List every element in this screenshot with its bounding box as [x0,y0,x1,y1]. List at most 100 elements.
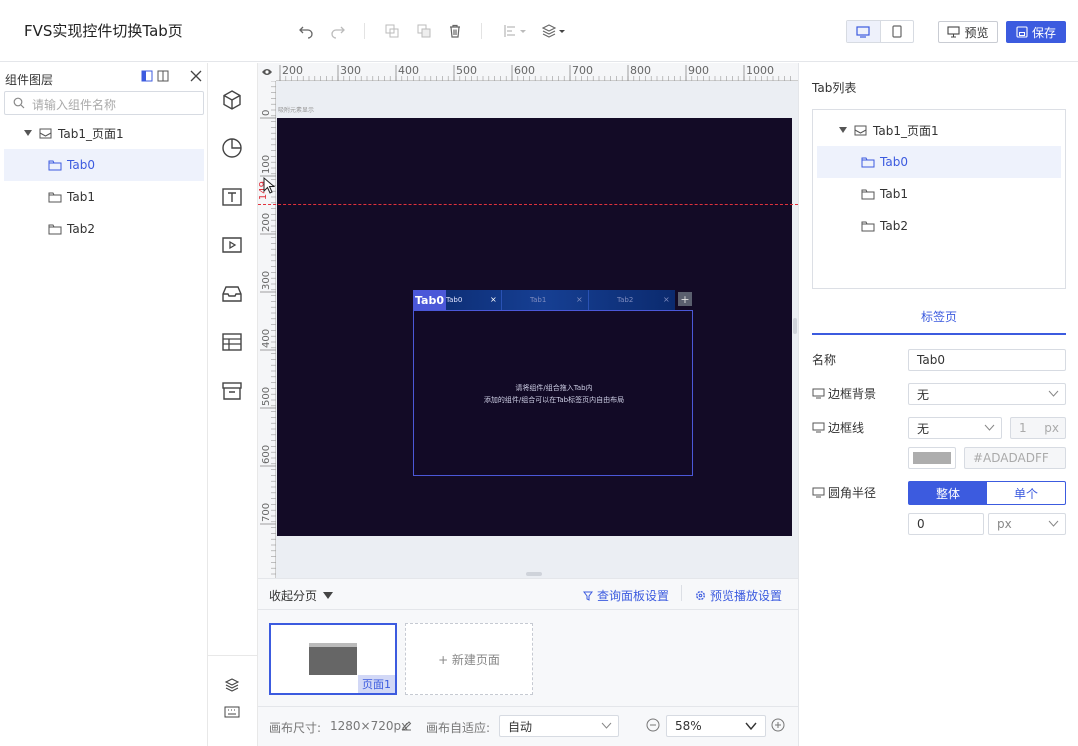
border-bg-label: 边框背景 [812,385,876,402]
component-toolbar [208,63,258,746]
tab-settings[interactable]: 标签页 [812,299,1066,335]
name-input[interactable]: Tab0 [908,349,1066,371]
canvas-stage[interactable]: Tab0 Tab0 × Tab1 × Tab2 × + 请将组件/组合拖入Tab… [277,118,792,536]
tab-divider [501,290,502,310]
border-line-label: 边框线 [812,419,864,436]
tab-list-item-group[interactable]: Tab1_页面1 [813,114,1065,146]
ref-guide-line[interactable] [258,204,798,205]
copy-icon[interactable] [382,21,402,41]
properties-panel: Tab列表 Tab1_页面1 Tab0 Tab1 Tab2 标签页 名称 Tab… [798,63,1078,746]
layer-item-tab2[interactable]: Tab2 [4,213,204,245]
add-tab-button[interactable]: + [678,292,692,306]
caret-down-icon[interactable] [839,127,847,133]
folder-icon [861,157,875,168]
layer-item-tab1[interactable]: Tab1 [4,181,204,213]
redo-icon[interactable] [328,21,348,41]
desktop-view-icon[interactable] [847,21,880,42]
monitor-icon [812,487,825,498]
radius-label-text: 圆角半径 [828,486,877,500]
ruler-horizontal: 200 300 400 500 600 700 800 900 1000 [258,63,798,81]
layer-item-label: Tab1_页面1 [58,126,124,141]
radius-mode-whole[interactable]: 整体 [909,482,987,504]
horizontal-scroll-handle[interactable] [526,572,542,576]
folder-icon [48,192,62,203]
tab-list-item-tab2[interactable]: Tab2 [817,210,1061,242]
tab-close-icon[interactable]: × [490,295,497,304]
delete-icon[interactable] [445,21,465,41]
pie-chart-icon[interactable] [219,135,245,161]
query-panel-settings-button[interactable]: 查询面板设置 [583,587,669,604]
radius-unit-select[interactable]: px [988,513,1066,535]
close-icon[interactable] [188,68,204,84]
layer-item-tab0[interactable]: Tab0 [4,149,204,181]
ruler-label: 0 [261,110,272,116]
border-color-swatch[interactable] [908,447,956,469]
save-button[interactable]: 保存 [1006,21,1066,43]
tab-list-item-tab1[interactable]: Tab1 [817,178,1061,210]
radius-mode-single[interactable]: 单个 [987,482,1065,504]
layers-icon[interactable] [219,674,245,696]
tab-label[interactable]: Tab0 [446,296,462,304]
tab-label[interactable]: Tab2 [617,296,633,304]
new-page-button[interactable]: + 新建页面 [405,623,533,695]
layer-item-tab-group[interactable]: Tab1_页面1 [4,117,204,149]
edit-icon[interactable] [401,720,412,731]
radius-input[interactable]: 0 [908,513,984,535]
caret-down-icon[interactable] [24,130,32,136]
border-color-input[interactable]: #ADADADFF [964,447,1066,469]
preview-play-settings-button[interactable]: 预览播放设置 [695,587,782,604]
border-line-select[interactable]: 无 [908,417,1002,439]
zoom-out-icon[interactable] [646,718,660,732]
tab-divider [588,290,589,310]
dock-left-icon[interactable] [140,69,154,83]
table-icon[interactable] [219,329,245,355]
eye-icon[interactable] [258,63,276,81]
layer-item-label: Tab0 [67,158,95,172]
border-width-input[interactable]: 1 px [1010,417,1066,439]
tab-label[interactable]: Tab1 [530,296,546,304]
canvas-adapt-select[interactable]: 自动 [499,715,619,737]
preview-label: 预览 [964,25,989,40]
tab-list-label: Tab1_页面1 [873,123,939,138]
tab-content-area[interactable]: 请将组件/组合拖入Tab内 添加的组件/组合可以在Tab标签页内自由布局 [413,310,693,476]
ruler-label: 200 [261,213,272,232]
media-icon[interactable] [219,232,245,258]
keyboard-icon[interactable] [219,701,245,723]
radius-label: 圆角半径 [812,484,876,501]
mobile-view-icon[interactable] [879,21,914,42]
ruler-ticks: 0 100 200 300 400 500 600 700 [260,81,276,575]
ruler-vertical: 0 100 200 300 400 500 600 700 [258,81,276,578]
page-thumbnail[interactable]: 页面1 [269,623,397,695]
text-icon[interactable] [219,184,245,210]
layer-order-icon[interactable] [541,21,567,41]
layer-search-input[interactable]: 请输入组件名称 [4,91,204,115]
chevron-down-icon [984,424,995,431]
ruler-label: 400 [398,64,419,77]
vertical-scroll-handle[interactable] [793,318,797,334]
cursor-pointer-icon [263,177,277,195]
gear-icon [695,590,706,601]
zoom-in-icon[interactable] [771,718,785,732]
tab-close-icon[interactable]: × [663,295,670,304]
archive-icon[interactable] [219,378,245,404]
tab-list-item-tab0[interactable]: Tab0 [817,146,1061,178]
align-icon[interactable] [502,21,528,41]
folder-icon [48,224,62,235]
border-bg-select[interactable]: 无 [908,383,1066,405]
collapse-pages-button[interactable]: 收起分页 [269,587,334,604]
3d-cube-icon[interactable] [219,87,245,113]
tab-widget[interactable]: Tab0 Tab0 × Tab1 × Tab2 × + 请将组件/组合拖入Tab… [413,290,693,476]
canvas-area[interactable]: 200 300 400 500 600 700 800 900 1000 0 100 200 300 4… [258,63,798,578]
dock-split-icon[interactable] [156,69,170,83]
zoom-select[interactable]: 58% [666,715,766,737]
ruler-label: 700 [261,503,272,522]
tab-close-icon[interactable]: × [576,295,583,304]
monitor-icon [812,388,825,399]
inbox-icon[interactable] [219,281,245,307]
ruler-label: 700 [572,64,593,77]
preview-button[interactable]: 预览 [938,21,998,43]
save-label: 保存 [1031,25,1056,40]
paste-icon[interactable] [414,21,434,41]
ruler-label: 500 [456,64,477,77]
undo-icon[interactable] [296,21,316,41]
